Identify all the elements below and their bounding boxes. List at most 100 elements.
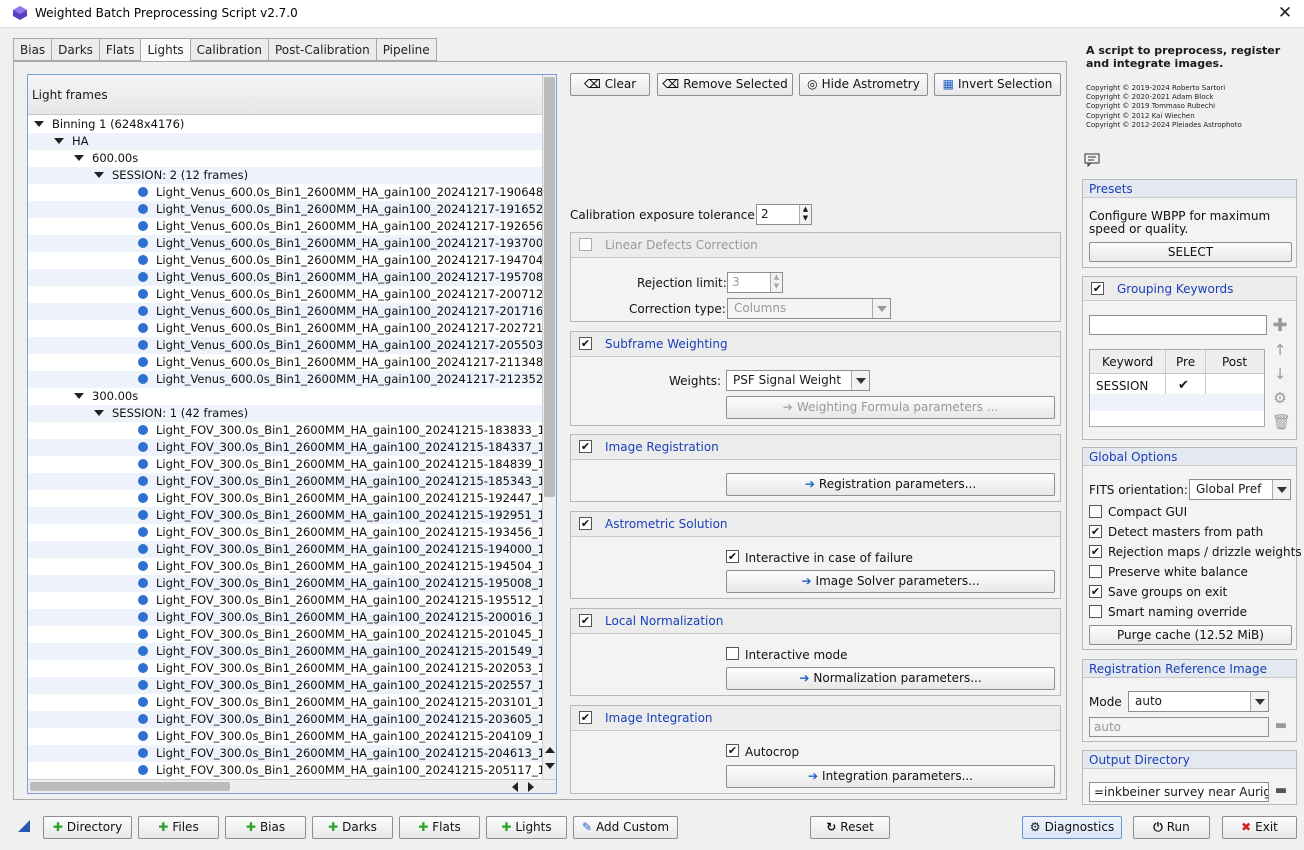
local-normalization-checkbox[interactable]: ✔ bbox=[579, 614, 592, 627]
expand-caret-icon[interactable] bbox=[94, 409, 104, 416]
close-window-button[interactable]: ✕ bbox=[1274, 2, 1296, 24]
tree-file-item[interactable]: Light_FOV_300.0s_Bin1_2600MM_HA_gain100_… bbox=[28, 524, 545, 541]
astrometric-solution-checkbox[interactable]: ✔ bbox=[579, 517, 592, 530]
purge-cache-button[interactable]: Purge cache (12.52 MiB) bbox=[1089, 625, 1292, 645]
linear-defects-checkbox[interactable] bbox=[579, 238, 592, 251]
move-up-arrow-icon[interactable]: ↑ bbox=[1272, 341, 1288, 359]
correction-type-select[interactable]: Columns bbox=[727, 298, 891, 319]
resize-grip-icon[interactable] bbox=[18, 820, 30, 832]
preserve-white-balance-checkbox[interactable] bbox=[1089, 565, 1102, 578]
expand-caret-icon[interactable] bbox=[94, 171, 104, 178]
presets-select-button[interactable]: SELECT bbox=[1089, 242, 1292, 262]
tree-file-item[interactable]: Light_Venus_600.0s_Bin1_2600MM_HA_gain10… bbox=[28, 218, 543, 235]
integration-parameters-button[interactable]: ➔ Integration parameters... bbox=[726, 765, 1055, 788]
comment-icon[interactable] bbox=[1084, 153, 1100, 167]
tree-file-item[interactable]: Light_FOV_300.0s_Bin1_2600MM_HA_gain100_… bbox=[28, 626, 545, 643]
interactive-failure-checkbox[interactable]: ✔ bbox=[726, 550, 739, 563]
keyword-row-session[interactable]: SESSION bbox=[1096, 379, 1148, 393]
tab-pipeline[interactable]: Pipeline bbox=[375, 38, 437, 61]
expand-caret-icon[interactable] bbox=[74, 154, 84, 161]
tree-group-item[interactable]: HA bbox=[28, 133, 542, 150]
tree-file-item[interactable]: Light_FOV_300.0s_Bin1_2600MM_HA_gain100_… bbox=[28, 490, 545, 507]
tree-file-item[interactable]: Light_FOV_300.0s_Bin1_2600MM_HA_gain100_… bbox=[28, 762, 545, 779]
tree-file-item[interactable]: Light_FOV_300.0s_Bin1_2600MM_HA_gain100_… bbox=[28, 609, 545, 626]
save-groups-checkbox[interactable]: ✔ bbox=[1089, 585, 1102, 598]
normalization-parameters-button[interactable]: ➔ Normalization parameters... bbox=[726, 667, 1055, 690]
tree-file-item[interactable]: Light_FOV_300.0s_Bin1_2600MM_HA_gain100_… bbox=[28, 541, 545, 558]
tree-file-item[interactable]: Light_Venus_600.0s_Bin1_2600MM_HA_gain10… bbox=[28, 286, 543, 303]
clear-button[interactable]: ⌫ Clear bbox=[570, 73, 650, 96]
reference-path-input[interactable]: auto bbox=[1089, 717, 1269, 737]
registration-parameters-button[interactable]: ➔ Registration parameters... bbox=[726, 473, 1055, 496]
tree-file-item[interactable]: Light_Venus_600.0s_Bin1_2600MM_HA_gain10… bbox=[28, 371, 543, 388]
tree-group-item[interactable]: 300.00s bbox=[28, 388, 542, 405]
tree-file-item[interactable]: Light_Venus_600.0s_Bin1_2600MM_HA_gain10… bbox=[28, 184, 543, 201]
add-bias-button[interactable]: ✚ Bias bbox=[225, 816, 306, 839]
keyword-input[interactable] bbox=[1089, 315, 1267, 335]
calibration-tolerance-spinner[interactable]: 2 ▲ ▼ bbox=[756, 204, 812, 225]
gear-icon[interactable]: ⚙ bbox=[1272, 389, 1288, 407]
folder-icon[interactable]: ▬ bbox=[1273, 783, 1289, 798]
tree-file-item[interactable]: Light_FOV_300.0s_Bin1_2600MM_HA_gain100_… bbox=[28, 677, 545, 694]
rejection-limit-spinner[interactable]: 3 ▲ ▼ bbox=[727, 272, 783, 293]
tree-file-item[interactable]: Light_Venus_600.0s_Bin1_2600MM_HA_gain10… bbox=[28, 320, 543, 337]
folder-icon[interactable]: ▬ bbox=[1273, 718, 1289, 733]
exit-button[interactable]: ✖ Exit bbox=[1222, 816, 1297, 839]
tree-file-item[interactable]: Light_FOV_300.0s_Bin1_2600MM_HA_gain100_… bbox=[28, 592, 545, 609]
tree-file-item[interactable]: Light_Venus_600.0s_Bin1_2600MM_HA_gain10… bbox=[28, 201, 543, 218]
tree-file-item[interactable]: Light_FOV_300.0s_Bin1_2600MM_HA_gain100_… bbox=[28, 575, 545, 592]
tree-file-item[interactable]: Light_Venus_600.0s_Bin1_2600MM_HA_gain10… bbox=[28, 252, 543, 269]
tree-file-item[interactable]: Light_FOV_300.0s_Bin1_2600MM_HA_gain100_… bbox=[28, 422, 545, 439]
tree-file-item[interactable]: Light_Venus_600.0s_Bin1_2600MM_HA_gain10… bbox=[28, 269, 543, 286]
spinner-arrows-icon[interactable]: ▲ ▼ bbox=[770, 273, 782, 292]
interactive-mode-checkbox[interactable] bbox=[726, 647, 739, 660]
scroll-left-arrow-icon[interactable] bbox=[512, 782, 518, 792]
rejection-maps-checkbox[interactable]: ✔ bbox=[1089, 545, 1102, 558]
tab-lights[interactable]: Lights bbox=[140, 38, 190, 62]
diagnostics-button[interactable]: ⚙ Diagnostics bbox=[1022, 816, 1122, 839]
fits-orientation-select[interactable]: Global Pref bbox=[1189, 479, 1291, 500]
spinner-arrows-icon[interactable]: ▲ ▼ bbox=[799, 205, 811, 224]
hide-astrometry-button[interactable]: ◎ Hide Astrometry bbox=[799, 73, 928, 96]
weights-select[interactable]: PSF Signal Weight bbox=[726, 370, 870, 391]
tree-group-item[interactable]: 600.00s bbox=[28, 150, 542, 167]
invert-selection-button[interactable]: ▦ Invert Selection bbox=[934, 73, 1061, 96]
grouping-keywords-checkbox[interactable]: ✔ bbox=[1091, 282, 1104, 295]
tree-file-item[interactable]: Light_Venus_600.0s_Bin1_2600MM_HA_gain10… bbox=[28, 354, 543, 371]
expand-caret-icon[interactable] bbox=[54, 137, 64, 144]
tree-file-item[interactable]: Light_FOV_300.0s_Bin1_2600MM_HA_gain100_… bbox=[28, 456, 545, 473]
mode-select[interactable]: auto bbox=[1128, 691, 1269, 712]
scroll-up-arrow-icon[interactable] bbox=[545, 747, 555, 753]
scroll-right-arrow-icon[interactable] bbox=[528, 782, 534, 792]
move-down-arrow-icon[interactable]: ↓ bbox=[1272, 365, 1288, 383]
tree-file-item[interactable]: Light_FOV_300.0s_Bin1_2600MM_HA_gain100_… bbox=[28, 745, 545, 762]
add-custom-button[interactable]: ✎ Add Custom bbox=[573, 816, 678, 839]
expand-caret-icon[interactable] bbox=[34, 120, 44, 127]
autocrop-checkbox[interactable]: ✔ bbox=[726, 744, 739, 757]
reset-button[interactable]: ↻ Reset bbox=[810, 816, 890, 839]
image-integration-checkbox[interactable]: ✔ bbox=[579, 711, 592, 724]
tab-darks[interactable]: Darks bbox=[51, 38, 99, 61]
add-keyword-plus-icon[interactable]: ✚ bbox=[1272, 315, 1288, 336]
trash-icon[interactable]: 🗑 bbox=[1272, 413, 1291, 431]
tree-group-item[interactable]: SESSION: 2 (12 frames) bbox=[28, 167, 542, 184]
subframe-weighting-checkbox[interactable]: ✔ bbox=[579, 337, 592, 350]
smart-naming-checkbox[interactable] bbox=[1089, 605, 1102, 618]
compact-gui-checkbox[interactable] bbox=[1089, 505, 1102, 518]
tree-file-item[interactable]: Light_FOV_300.0s_Bin1_2600MM_HA_gain100_… bbox=[28, 473, 545, 490]
tab-calibration[interactable]: Calibration bbox=[189, 38, 268, 61]
pre-check-icon[interactable]: ✔ bbox=[1178, 378, 1189, 393]
tree-group-item[interactable]: Binning 1 (6248x4176) bbox=[28, 116, 542, 133]
horizontal-scroll-thumb[interactable] bbox=[30, 782, 230, 791]
add-files-button[interactable]: ✚ Files bbox=[138, 816, 219, 839]
tree-file-item[interactable]: Light_Venus_600.0s_Bin1_2600MM_HA_gain10… bbox=[28, 303, 543, 320]
tab-flats[interactable]: Flats bbox=[98, 38, 141, 61]
add-darks-button[interactable]: ✚ Darks bbox=[312, 816, 393, 839]
add-lights-button[interactable]: ✚ Lights bbox=[486, 816, 567, 839]
vertical-scrollbar[interactable] bbox=[542, 75, 556, 780]
tree-file-item[interactable]: Light_FOV_300.0s_Bin1_2600MM_HA_gain100_… bbox=[28, 711, 545, 728]
run-button[interactable]: ⏻ Run bbox=[1133, 816, 1210, 839]
horizontal-scrollbar[interactable] bbox=[28, 779, 556, 793]
tree-file-item[interactable]: Light_FOV_300.0s_Bin1_2600MM_HA_gain100_… bbox=[28, 439, 545, 456]
tree-group-item[interactable]: SESSION: 1 (42 frames) bbox=[28, 405, 542, 422]
